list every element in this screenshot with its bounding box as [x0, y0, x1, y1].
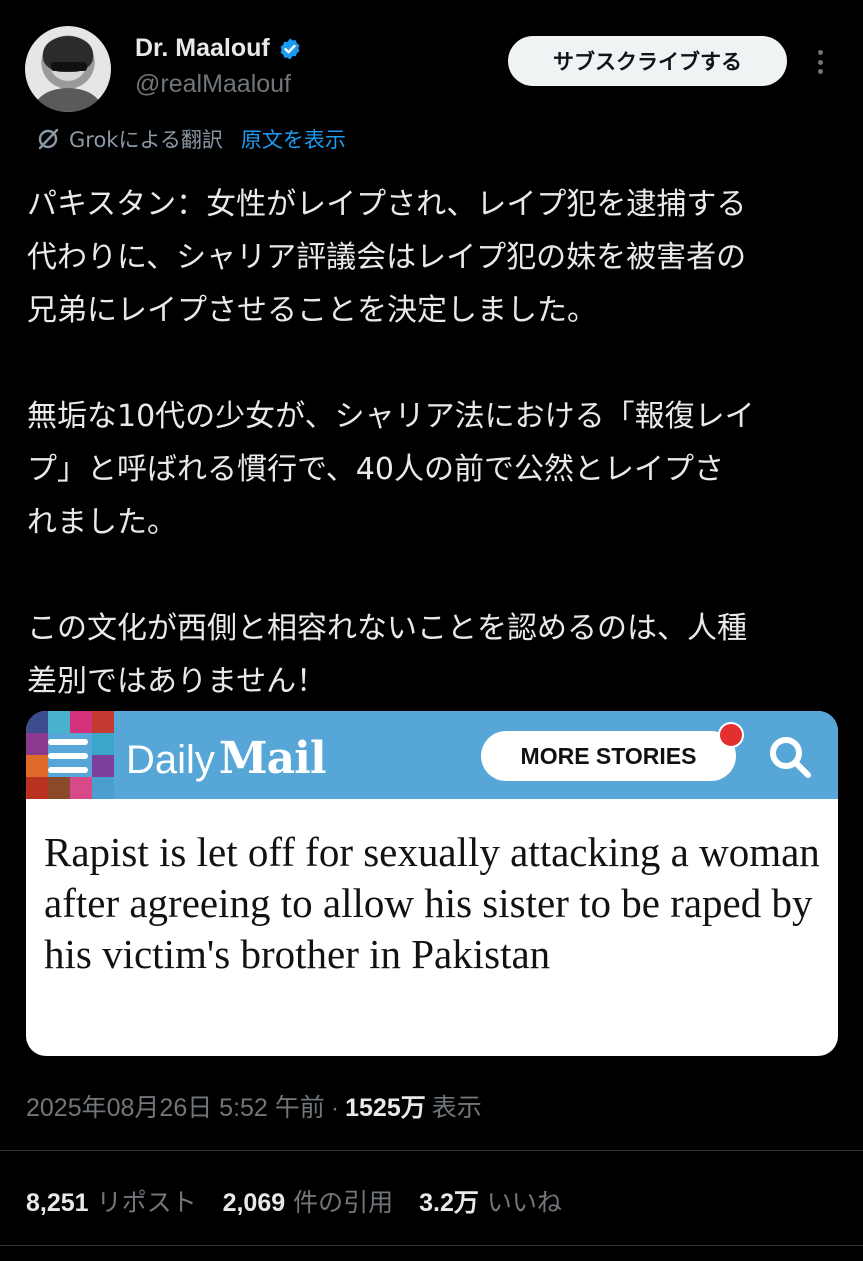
more-stories-button[interactable]: MORE STORIES [481, 731, 736, 781]
author-name-row: Dr. Maalouf [135, 34, 302, 63]
tweet-text: パキスタン：女性がレイプされ、レイプ犯を逮捕する 代わりに、シャリア評議会はレイ… [27, 187, 755, 699]
article-headline[interactable]: Rapist is let off for sexually attacking… [44, 827, 824, 980]
likes-count[interactable]: 3.2万 [419, 1183, 479, 1219]
avatar[interactable] [25, 26, 111, 112]
views-count: 1525万 [345, 1094, 426, 1122]
verified-badge-icon [280, 38, 300, 59]
divider [0, 1150, 863, 1151]
more-options-icon[interactable] [808, 44, 832, 80]
grok-icon [38, 128, 59, 150]
translation-label: Grokによる翻訳 [69, 128, 223, 152]
divider [0, 1245, 863, 1246]
meta-separator: · [330, 1094, 340, 1122]
author-handle[interactable]: @realMaalouf [135, 70, 291, 99]
quotes-count[interactable]: 2,069 [223, 1189, 286, 1218]
menu-icon[interactable] [48, 739, 88, 773]
subscribe-button[interactable]: サブスクライブする [508, 36, 787, 86]
author-display-name[interactable]: Dr. Maalouf [135, 34, 270, 63]
reposts-label[interactable]: リポスト [97, 1183, 197, 1219]
reposts-count[interactable]: 8,251 [26, 1189, 89, 1218]
daily-mail-logo: Daily Mail [126, 733, 327, 784]
timestamp[interactable]: 2025年08月26日 5:52 午前 [26, 1088, 325, 1124]
translation-row: Grokによる翻訳 原文を表示 [35, 124, 346, 154]
views-label: 表示 [431, 1094, 482, 1122]
likes-label[interactable]: いいね [487, 1183, 562, 1219]
notification-dot [718, 722, 744, 748]
engagement-stats: 8,251 リポスト 2,069 件の引用 3.2万 いいね [26, 1183, 580, 1219]
link-card[interactable]: Daily Mail MORE STORIES Rapist is let off… [26, 711, 838, 1056]
show-original-link[interactable]: 原文を表示 [241, 124, 346, 154]
search-icon[interactable] [766, 733, 814, 781]
tweet-meta: 2025年08月26日 5:52 午前 · 1525万 表示 [26, 1088, 482, 1124]
daily-mail-bar: Daily Mail MORE STORIES [26, 711, 838, 799]
quotes-label[interactable]: 件の引用 [293, 1183, 393, 1219]
tweet-header: Dr. Maalouf @realMaalouf サブスクライブする [0, 0, 863, 120]
